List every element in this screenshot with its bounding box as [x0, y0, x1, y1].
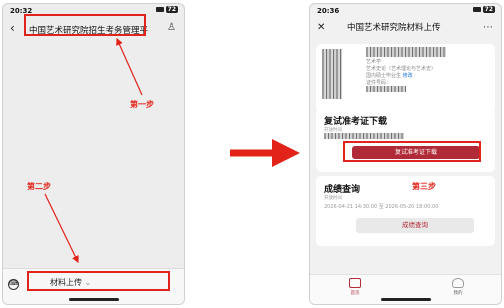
back-icon[interactable]: ‹: [10, 21, 15, 35]
title-bar: ✕ 中国艺术研究院材料上传 ⋯: [310, 18, 501, 40]
score-query-button[interactable]: 成绩查询: [356, 218, 474, 233]
blurred-time: [324, 133, 404, 139]
step2-label: 第二步: [27, 182, 51, 191]
highlight-menu-box: [27, 271, 170, 291]
page-title: 中国艺术研究院材料上传: [347, 23, 441, 33]
retest-title: 复试准考证下载: [324, 117, 388, 127]
blurred-id: [366, 86, 406, 92]
candidate-info-card: 艺术学 艺术史论（艺术理论与艺术史） 国内硕士毕业生 修改 证件号码：: [316, 44, 495, 112]
tab-mine[interactable]: 我的: [443, 278, 473, 296]
person-icon: [452, 278, 464, 288]
status-time: 20:36: [317, 7, 340, 15]
tab-home-label: 首页: [350, 291, 360, 296]
signal-icon: [472, 7, 481, 12]
home-indicator: [380, 298, 431, 301]
score-title: 成绩查询: [324, 185, 361, 195]
score-opening-label: 开放时间: [324, 196, 342, 201]
keyboard-icon[interactable]: ⌨: [8, 279, 19, 290]
home-icon: [349, 278, 361, 288]
info-line-3: 国内硕士毕业生 修改: [366, 73, 413, 79]
status-bar: 20:36 72: [310, 4, 501, 18]
step1-label: 第一步: [130, 100, 154, 109]
signal-icon: [155, 7, 164, 12]
close-icon[interactable]: ✕: [317, 22, 325, 33]
battery-level: 72: [482, 6, 495, 13]
highlight-title-box: [24, 14, 146, 36]
blurred-photo: [322, 49, 342, 99]
tab-home[interactable]: 首页: [340, 278, 370, 296]
more-icon[interactable]: ⋯: [483, 22, 493, 33]
tab-mine-label: 我的: [453, 291, 463, 296]
status-icons: 72: [472, 6, 495, 13]
status-icons: 72: [155, 6, 178, 13]
home-indicator: [68, 298, 119, 301]
info-line-4: 证件号码：: [366, 80, 392, 86]
person-icon[interactable]: ♙: [167, 22, 176, 33]
highlight-download-box: [343, 141, 481, 162]
score-time-range: 2026-04-21 14:30:00 至 2026-05-20 18:00:0…: [324, 204, 439, 210]
step3-label: 第三步: [412, 182, 436, 191]
info-line-1: 艺术学: [366, 59, 382, 65]
blurred-name: [366, 47, 446, 57]
info-line-2: 艺术史论（艺术理论与艺术史）: [366, 66, 437, 72]
phone-screenshot-1: 20:32 72 ‹ 中国艺术研究院招生考务管理平 ♙ ⌨ 材料上传 ⌄: [2, 3, 185, 305]
battery-level: 72: [165, 6, 178, 13]
score-query-card: 成绩查询 开放时间 2026-04-21 14:30:00 至 2026-05-…: [316, 176, 495, 246]
modify-link[interactable]: 修改: [403, 73, 413, 79]
retest-admission-card: 复试准考证下载 开放时间 复试准考证下载: [316, 108, 495, 172]
bottom-tab-bar: 首页 我的: [310, 274, 501, 304]
